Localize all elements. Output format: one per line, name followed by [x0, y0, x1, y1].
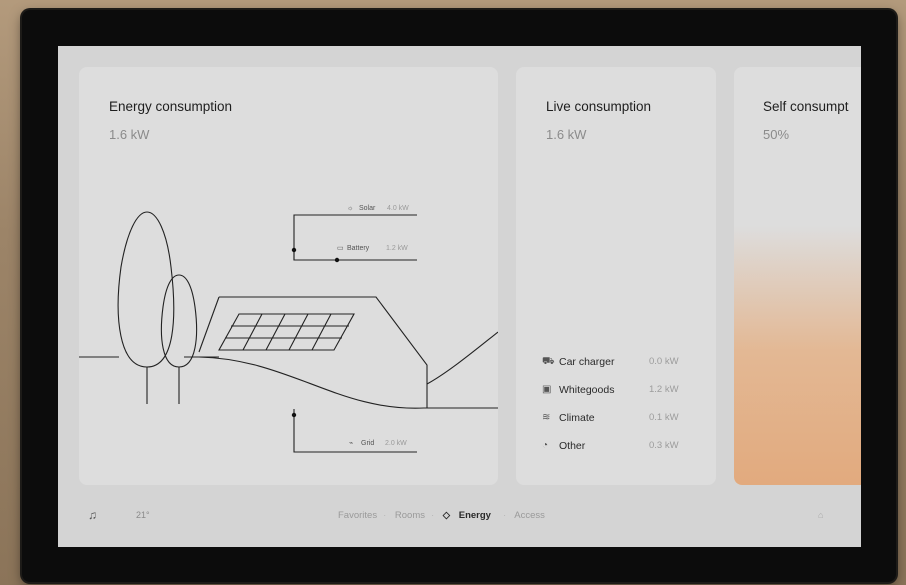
list-item-other[interactable]: ◔ Other 0.3 kW	[542, 437, 702, 465]
other-icon: ◔	[542, 440, 549, 451]
nav-separator: ·	[383, 510, 387, 521]
source-solar: ☼ Solar 4.0 kW	[347, 205, 409, 212]
list-item-label: Car charger	[559, 356, 615, 368]
source-battery-label: Battery	[347, 245, 370, 252]
self-card-value: 50%	[763, 127, 790, 142]
junction-dot-1	[291, 247, 297, 253]
self-card-title: Self consumpt	[763, 99, 849, 114]
source-battery-value: 1.2 kW	[386, 245, 408, 252]
home-icon[interactable]: ⌂	[818, 510, 823, 520]
list-item-label: Whitegoods	[559, 384, 615, 396]
solar-panel-cols	[242, 313, 332, 351]
source-grid-label: Grid	[361, 440, 374, 447]
washer-icon: ▣	[542, 384, 552, 395]
self-consumption-fill	[734, 67, 861, 485]
nav-separator: ·	[430, 510, 435, 521]
list-item-label: Other	[559, 440, 586, 452]
consumption-list: ⛟ Car charger 0.0 kW ▣ Whitegoods 1.2 kW…	[542, 353, 702, 465]
temperature-readout: 21°	[136, 510, 150, 520]
nav-tab-energy[interactable]: ◇ Energy	[443, 510, 497, 521]
live-card-title: Live consumption	[546, 99, 652, 114]
list-item-value: 1.2 kW	[649, 384, 679, 395]
source-battery: ▭ Battery 1.2 kW	[337, 245, 408, 252]
solar-panel-rows	[225, 325, 349, 339]
list-item-value: 0.1 kW	[649, 412, 679, 423]
nav-tab-rooms[interactable]: Rooms	[395, 510, 425, 521]
self-consumption-card[interactable]: Self consumpt 50%	[734, 67, 861, 485]
list-item-climate[interactable]: ≋ Climate 0.1 kW	[542, 409, 702, 437]
live-consumption-card[interactable]: Live consumption 1.6 kW ⛟ Car charger 0.…	[516, 67, 716, 485]
car-icon: ⛟	[542, 356, 555, 367]
list-item-label: Climate	[559, 412, 595, 424]
solar-panel-frame	[218, 313, 355, 351]
source-solar-value: 4.0 kW	[387, 205, 409, 212]
list-item-car-charger[interactable]: ⛟ Car charger 0.0 kW	[542, 353, 702, 381]
svg-text:☼: ☼	[347, 205, 353, 212]
music-icon[interactable]: ♫	[88, 508, 97, 522]
nav-tab-favorites[interactable]: Favorites	[338, 510, 377, 521]
energy-tab-icon: ◇	[442, 510, 451, 521]
dashboard-screen: Energy consumption 1.6 kW ☼ Solar 4.0 kW…	[58, 46, 861, 547]
bottom-navigation-bar: ♫ 21° Favorites · Rooms · ◇ Energy · Access…	[58, 492, 861, 547]
energy-consumption-card[interactable]: Energy consumption 1.6 kW ☼ Solar 4.0 kW…	[79, 67, 498, 485]
source-solar-label: Solar	[359, 205, 376, 212]
svg-text:▭: ▭	[337, 245, 344, 252]
source-grid: ⌁ Grid 2.0 kW	[349, 440, 407, 447]
svg-text:⌁: ⌁	[349, 440, 353, 447]
nav-separator: ·	[502, 510, 507, 521]
list-item-value: 0.0 kW	[649, 356, 679, 367]
house-energy-diagram: ☼ Solar 4.0 kW ▭ Battery 1.2 kW ⌁ Grid 2…	[79, 205, 498, 453]
live-card-value: 1.6 kW	[546, 127, 587, 142]
right-hill	[426, 331, 498, 385]
tree-canopy-large	[117, 211, 175, 368]
list-item-whitegoods[interactable]: ▣ Whitegoods 1.2 kW	[542, 381, 702, 409]
roof-left-edge	[198, 296, 220, 353]
source-grid-value: 2.0 kW	[385, 440, 407, 447]
list-item-value: 0.3 kW	[649, 440, 679, 451]
nav-tab-energy-label: Energy	[458, 510, 491, 521]
main-nav: Favorites · Rooms · ◇ Energy · Access	[338, 510, 551, 521]
climate-icon: ≋	[542, 412, 551, 423]
junction-dot-2	[334, 257, 340, 263]
nav-tab-access[interactable]: Access	[514, 510, 545, 521]
ground-curve	[198, 356, 498, 409]
junction-dot-3	[291, 412, 297, 418]
